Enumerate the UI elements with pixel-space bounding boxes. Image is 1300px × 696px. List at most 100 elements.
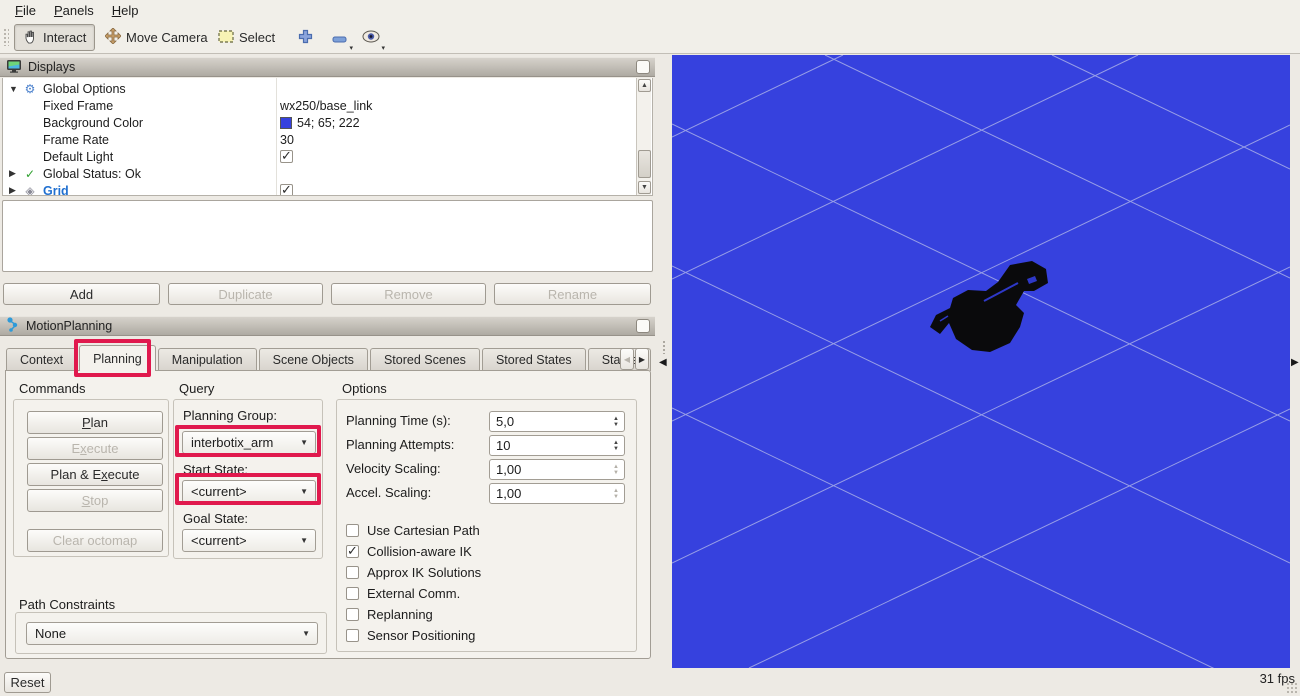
- chevron-down-icon: ▼: [300, 487, 308, 496]
- stop-button[interactable]: Stop: [27, 489, 163, 512]
- accel-scaling-spinner[interactable]: 1,00 ▲▼: [489, 483, 625, 504]
- scroll-down-icon[interactable]: ▼: [638, 181, 651, 194]
- approx-ik-solutions-checkbox[interactable]: [346, 566, 359, 579]
- external-comm-label: External Comm.: [367, 586, 460, 601]
- planning-time-value: 5,0: [496, 414, 514, 429]
- displays-scrollbar[interactable]: ▲ ▼: [636, 78, 651, 195]
- planning-attempts-spinner[interactable]: 10 ▲▼: [489, 435, 625, 456]
- select-tool-button[interactable]: Select: [210, 24, 283, 51]
- expander-right-icon[interactable]: ▶: [9, 168, 19, 179]
- goal-state-combo[interactable]: <current> ▼: [182, 529, 316, 552]
- duplicate-display-button[interactable]: Duplicate: [168, 283, 323, 305]
- tab-stored-states[interactable]: Stored States: [482, 348, 586, 371]
- sensor-positioning-checkbox[interactable]: [346, 629, 359, 642]
- window-resize-grip[interactable]: [1286, 682, 1298, 694]
- menu-bar: File Panels Help: [0, 0, 1300, 20]
- tab-context[interactable]: Context: [6, 348, 77, 371]
- planning-group-combo[interactable]: interbotix_arm ▼: [182, 431, 316, 454]
- tab-scroll-right-icon[interactable]: ▶: [635, 348, 649, 370]
- default-light-checkbox[interactable]: [280, 150, 293, 163]
- expander-right-icon[interactable]: ▶: [9, 185, 19, 196]
- expander-down-icon[interactable]: ▼: [9, 84, 19, 94]
- start-state-combo[interactable]: <current> ▼: [182, 480, 316, 503]
- fps-counter: 31 fps: [1225, 671, 1295, 686]
- approx-ik-solutions-label: Approx IK Solutions: [367, 565, 481, 580]
- tree-row-default-light[interactable]: Default Light: [3, 148, 638, 165]
- tree-row-frame-rate[interactable]: Frame Rate 30: [3, 131, 638, 148]
- tree-label: Frame Rate: [43, 133, 109, 147]
- grid-checkbox[interactable]: [280, 184, 293, 196]
- use-cartesian-path-checkbox[interactable]: [346, 524, 359, 537]
- rviz-window: File Panels Help Interact Move Camera Se…: [0, 0, 1300, 696]
- replanning-checkbox[interactable]: [346, 608, 359, 621]
- fixed-frame-value[interactable]: wx250/base_link: [280, 99, 372, 113]
- background-color-value[interactable]: 54; 65; 222: [280, 116, 360, 130]
- motionplanning-tabbar: Context Planning Manipulation Scene Obje…: [6, 345, 654, 371]
- view-tool-button[interactable]: ▾: [360, 28, 382, 48]
- tab-planning[interactable]: Planning: [79, 345, 156, 371]
- splitter-collapse-left-icon[interactable]: ◀: [659, 357, 667, 368]
- splitter-grip[interactable]: [662, 340, 667, 354]
- planning-time-spinner[interactable]: 5,0 ▲▼: [489, 411, 625, 432]
- tree-row-global-status[interactable]: ▶ ✓ Global Status: Ok: [3, 165, 638, 182]
- move-camera-tool-label: Move Camera: [126, 30, 208, 45]
- motionplanning-float-button[interactable]: [636, 319, 650, 333]
- external-comm-checkbox[interactable]: [346, 587, 359, 600]
- view-dropdown-arrow-icon[interactable]: ▾: [381, 44, 385, 52]
- move-camera-icon: [105, 28, 121, 47]
- tree-row-background-color[interactable]: Background Color 54; 65; 222: [3, 114, 638, 131]
- displays-tree[interactable]: ▼ ⚙ Global Options Fixed Frame wx250/bas…: [2, 78, 653, 196]
- tree-row-grid[interactable]: ▶ ◈ Grid: [3, 182, 638, 196]
- splitter-collapse-right-icon[interactable]: ▶: [1291, 357, 1299, 368]
- tree-row-fixed-frame[interactable]: Fixed Frame wx250/base_link: [3, 97, 638, 114]
- planning-group-label: Planning Group:: [183, 408, 277, 423]
- collision-aware-ik-checkbox[interactable]: [346, 545, 359, 558]
- tree-row-global-options[interactable]: ▼ ⚙ Global Options: [3, 80, 638, 97]
- 3d-viewport[interactable]: [672, 55, 1290, 668]
- spinner-arrows-icon[interactable]: ▲▼: [610, 412, 622, 431]
- tab-stored-scenes[interactable]: Stored Scenes: [370, 348, 480, 371]
- tree-label: Grid: [43, 184, 69, 197]
- clear-octomap-button[interactable]: Clear octomap: [27, 529, 163, 552]
- scrollbar-thumb[interactable]: [638, 150, 651, 178]
- gear-icon: ⚙: [23, 82, 37, 96]
- commands-section-label: Commands: [19, 381, 85, 396]
- menu-help[interactable]: Help: [103, 2, 148, 19]
- displays-float-button[interactable]: [636, 60, 650, 74]
- plan-button[interactable]: Plan: [27, 411, 163, 434]
- interact-hand-icon: [23, 29, 38, 47]
- rename-display-button[interactable]: Rename: [494, 283, 651, 305]
- minus-icon: [332, 31, 347, 46]
- zoom-in-tool-button[interactable]: [294, 28, 316, 48]
- tab-scene-objects[interactable]: Scene Objects: [259, 348, 368, 371]
- use-cartesian-path-label: Use Cartesian Path: [367, 523, 480, 538]
- plan-and-execute-button[interactable]: Plan & Execute: [27, 463, 163, 486]
- menu-panels[interactable]: Panels: [45, 2, 103, 19]
- scroll-up-icon[interactable]: ▲: [638, 79, 651, 92]
- accel-scaling-value: 1,00: [496, 486, 521, 501]
- menu-file[interactable]: File: [6, 2, 45, 19]
- toolbar-grip[interactable]: [3, 28, 9, 46]
- reset-button[interactable]: Reset: [4, 672, 51, 693]
- minus-dropdown-arrow-icon[interactable]: ▾: [349, 44, 353, 52]
- spinner-arrows-icon[interactable]: ▲▼: [610, 484, 622, 503]
- execute-button[interactable]: Execute: [27, 437, 163, 460]
- measure-tool-button[interactable]: ▾: [328, 28, 350, 48]
- move-camera-tool-button[interactable]: Move Camera: [97, 24, 216, 51]
- tab-manipulation[interactable]: Manipulation: [158, 348, 257, 371]
- spinner-arrows-icon[interactable]: ▲▼: [610, 460, 622, 479]
- interact-tool-button[interactable]: Interact: [14, 24, 95, 51]
- velocity-scaling-spinner[interactable]: 1,00 ▲▼: [489, 459, 625, 480]
- tab-scroll-left-icon[interactable]: ◀: [620, 348, 634, 370]
- path-constraints-combo[interactable]: None ▼: [26, 622, 318, 645]
- remove-display-button[interactable]: Remove: [331, 283, 486, 305]
- motionplanning-panel-title: MotionPlanning: [26, 319, 112, 333]
- displays-panel-titlebar[interactable]: Displays: [0, 57, 655, 77]
- accel-scaling-label: Accel. Scaling:: [346, 485, 431, 500]
- add-display-button[interactable]: Add: [3, 283, 160, 305]
- tree-label: Global Options: [43, 82, 126, 96]
- motionplanning-panel-titlebar[interactable]: MotionPlanning: [0, 316, 655, 336]
- spinner-arrows-icon[interactable]: ▲▼: [610, 436, 622, 455]
- select-rect-icon: [218, 30, 234, 46]
- frame-rate-value[interactable]: 30: [280, 133, 294, 147]
